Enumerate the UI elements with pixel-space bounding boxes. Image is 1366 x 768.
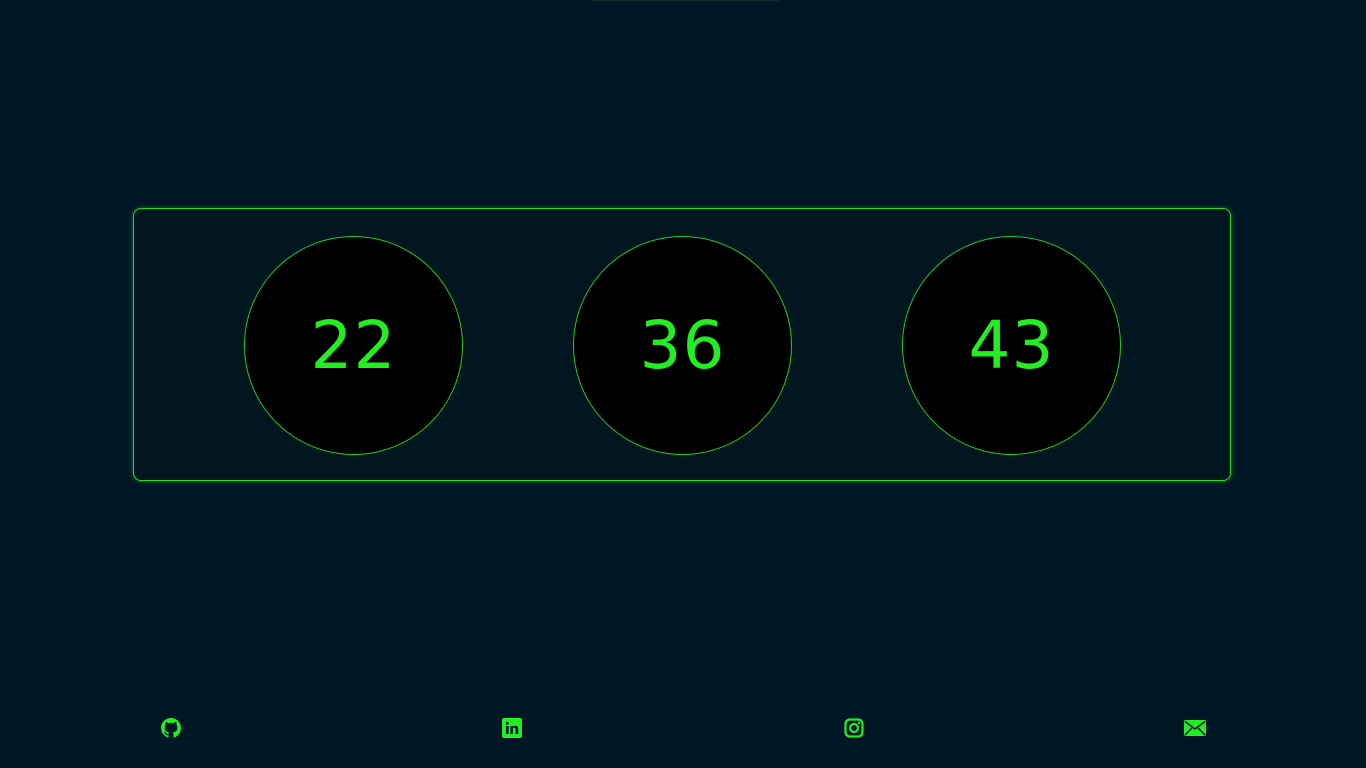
footer-social-links [0, 715, 1366, 741]
page: 22 36 43 [0, 0, 1366, 768]
counter-value-1: 22 [310, 306, 397, 384]
counter-value-3: 43 [968, 306, 1055, 384]
top-divider [590, 0, 780, 1]
github-icon [161, 718, 181, 738]
github-link[interactable] [159, 715, 183, 741]
linkedin-icon [502, 718, 522, 738]
mail-icon [1184, 719, 1206, 737]
counter-circle-3: 43 [902, 236, 1121, 455]
instagram-link[interactable] [842, 715, 866, 741]
counter-circle-2: 36 [573, 236, 792, 455]
mail-link[interactable] [1183, 715, 1207, 741]
instagram-icon [844, 718, 864, 738]
linkedin-link[interactable] [500, 715, 524, 741]
counter-circle-1: 22 [244, 236, 463, 455]
counter-value-2: 36 [639, 306, 726, 384]
counter-panel: 22 36 43 [133, 208, 1231, 481]
